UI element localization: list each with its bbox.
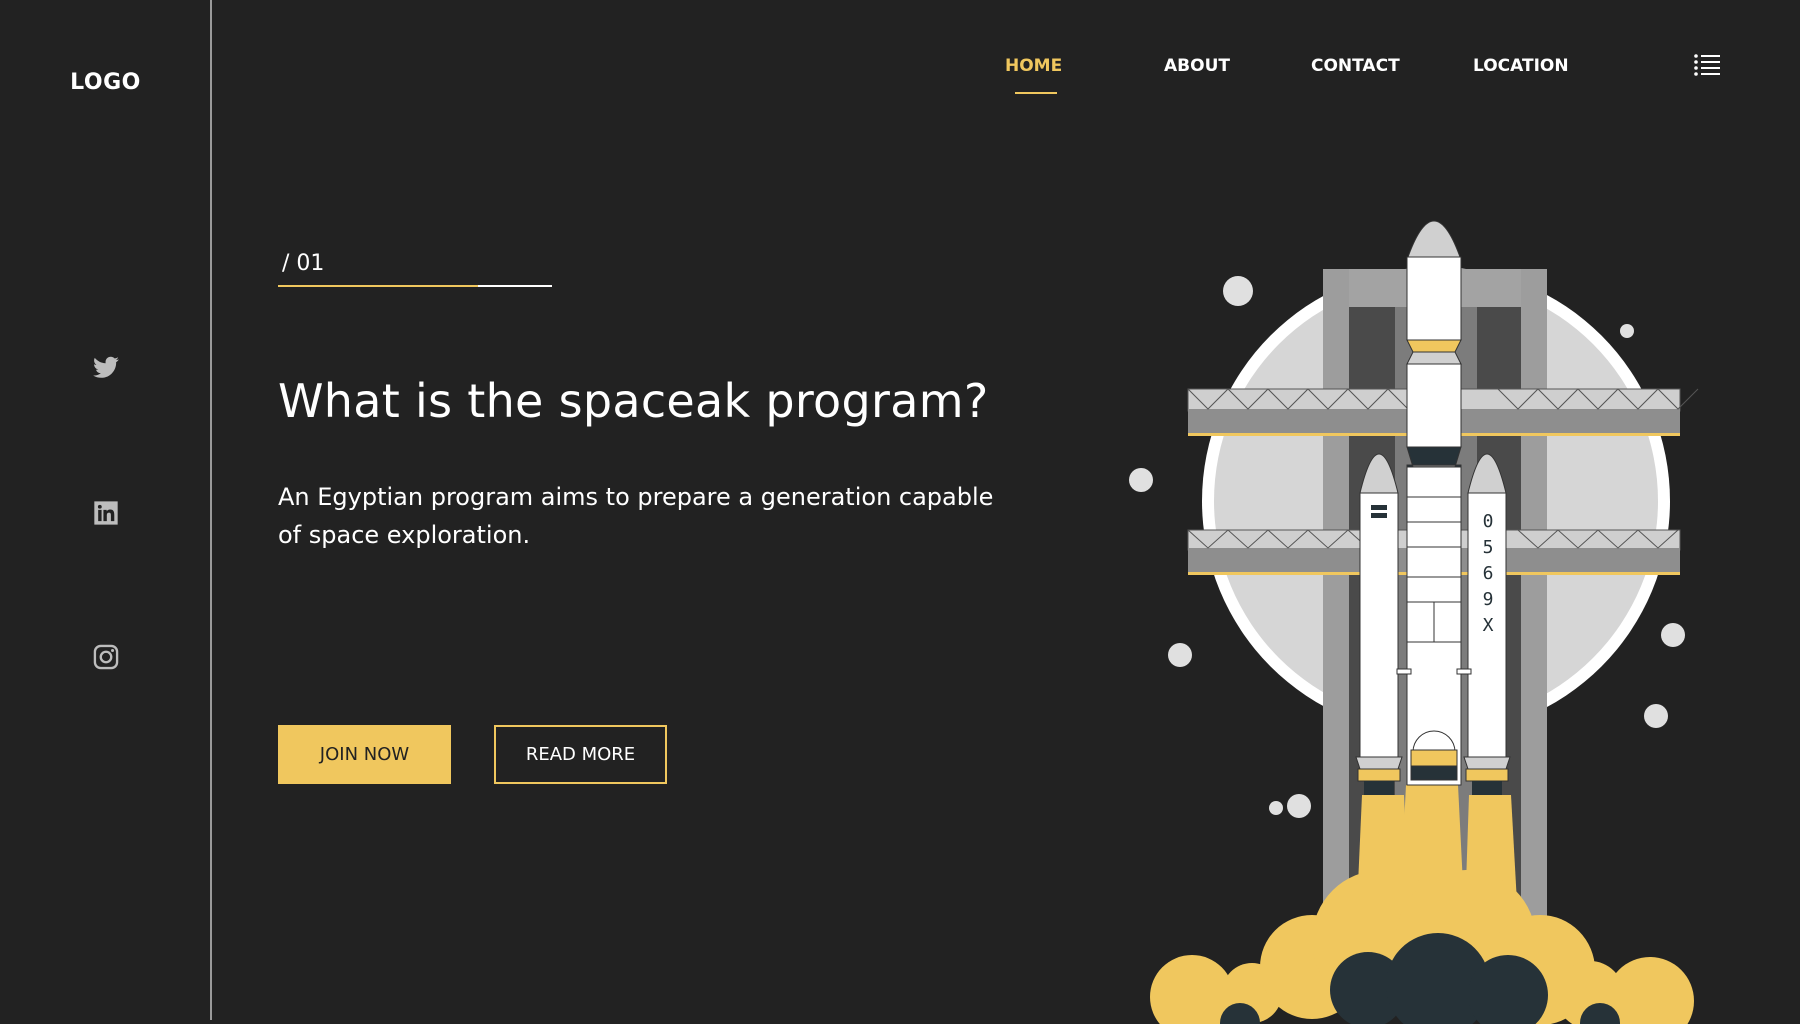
nav-active-underline [1015, 92, 1057, 94]
logo[interactable]: LOGO [0, 70, 211, 95]
booster-char: 0 [1483, 511, 1494, 532]
nav-location[interactable]: LOCATION [1473, 56, 1569, 76]
read-more-button[interactable]: READ MORE [494, 725, 667, 784]
join-now-button[interactable]: JOIN NOW [278, 725, 451, 784]
hero-headline: What is the spaceak program? [278, 374, 989, 428]
booster-char: X [1483, 615, 1494, 636]
booster-char: 5 [1483, 537, 1494, 558]
nav-contact[interactable]: CONTACT [1311, 56, 1400, 76]
nav-home-label: HOME [1005, 56, 1063, 76]
nav-about[interactable]: ABOUT [1164, 56, 1230, 76]
sidebar: LOGO [0, 0, 211, 1024]
nav-location-label: LOCATION [1473, 56, 1569, 76]
menu-icon[interactable] [1694, 54, 1720, 76]
instagram-icon[interactable] [92, 643, 120, 671]
linkedin-icon[interactable] [92, 499, 120, 527]
slide-counter: / 01 [282, 251, 325, 276]
nav-contact-label: CONTACT [1311, 56, 1400, 76]
smoke-clouds [1150, 870, 1694, 1024]
twitter-icon[interactable] [92, 354, 120, 382]
hero-description: An Egyptian program aims to prepare a ge… [278, 483, 994, 549]
sidebar-divider [210, 0, 212, 1020]
booster-markings: 0 5 6 9 X [1483, 511, 1494, 636]
booster-char: 9 [1483, 589, 1494, 610]
nav-about-label: ABOUT [1164, 56, 1230, 76]
rocket-illustration: 0 5 6 9 X [1120, 195, 1720, 1024]
booster-char: 6 [1483, 563, 1494, 584]
slide-progress-fill [278, 285, 478, 287]
nav-home[interactable]: HOME [1005, 56, 1063, 94]
core-rocket [1406, 220, 1462, 786]
